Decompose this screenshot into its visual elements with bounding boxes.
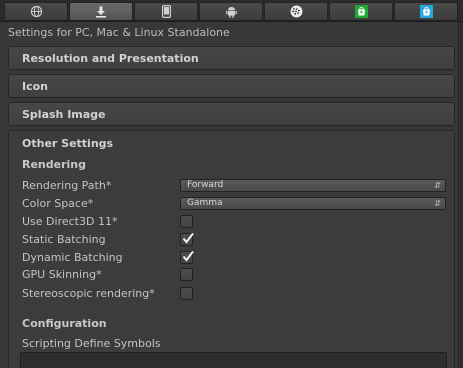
tab-standalone[interactable] xyxy=(69,2,133,21)
blackberry-icon xyxy=(290,5,302,18)
dropdown-arrows-icon: ⇵ xyxy=(434,181,441,190)
tab-blackberry[interactable] xyxy=(264,2,328,21)
settings-title: Settings for PC, Mac & Linux Standalone xyxy=(8,26,230,39)
configuration-heading: Configuration xyxy=(22,317,107,330)
platform-tab-bar xyxy=(0,0,463,22)
stereoscopic-checkbox[interactable] xyxy=(180,287,193,300)
direct3d-label: Use Direct3D 11* xyxy=(22,215,118,228)
globe-icon xyxy=(30,5,42,18)
rendering-heading: Rendering xyxy=(22,158,86,171)
android-icon xyxy=(225,6,237,18)
checkmark-icon xyxy=(182,232,194,244)
color-space-value: Gamma xyxy=(187,198,223,208)
section-resolution-presentation[interactable]: Resolution and Presentation xyxy=(8,46,455,70)
windows-store-blue-icon xyxy=(419,5,433,18)
download-icon xyxy=(96,6,106,18)
checkmark-icon xyxy=(182,250,194,262)
windows-store-green-icon xyxy=(354,5,368,18)
section-splash-image[interactable]: Splash Image xyxy=(8,102,455,126)
stereoscopic-label: Stereoscopic rendering* xyxy=(22,287,155,300)
static-batching-checkbox[interactable] xyxy=(180,232,194,246)
color-space-label: Color Space* xyxy=(22,197,94,210)
tab-standalone-web[interactable] xyxy=(4,2,68,21)
dynamic-batching-checkbox[interactable] xyxy=(180,250,194,264)
rendering-path-value: Forward xyxy=(187,180,224,190)
tab-ios[interactable] xyxy=(134,2,198,21)
rendering-path-label: Rendering Path* xyxy=(22,179,112,192)
gpu-skinning-label: GPU Skinning* xyxy=(22,268,102,281)
scripting-define-label: Scripting Define Symbols xyxy=(22,337,161,350)
tab-windows-phone[interactable] xyxy=(329,2,393,21)
mobile-phone-icon xyxy=(161,5,171,18)
tab-android[interactable] xyxy=(199,2,263,21)
static-batching-label: Static Batching xyxy=(22,233,106,246)
rendering-path-dropdown[interactable]: Forward ⇵ xyxy=(180,179,446,192)
scripting-define-input[interactable] xyxy=(20,352,447,368)
dropdown-arrows-icon: ⇵ xyxy=(434,199,441,208)
scrollbar[interactable] xyxy=(457,22,463,368)
tab-windows-store[interactable] xyxy=(394,2,458,21)
dynamic-batching-label: Dynamic Batching xyxy=(22,251,123,264)
section-icon[interactable]: Icon xyxy=(8,74,455,98)
direct3d-checkbox[interactable] xyxy=(180,215,193,228)
color-space-dropdown[interactable]: Gamma ⇵ xyxy=(180,197,446,210)
section-other-settings[interactable]: Other Settings xyxy=(22,137,113,150)
gpu-skinning-checkbox[interactable] xyxy=(180,268,193,281)
